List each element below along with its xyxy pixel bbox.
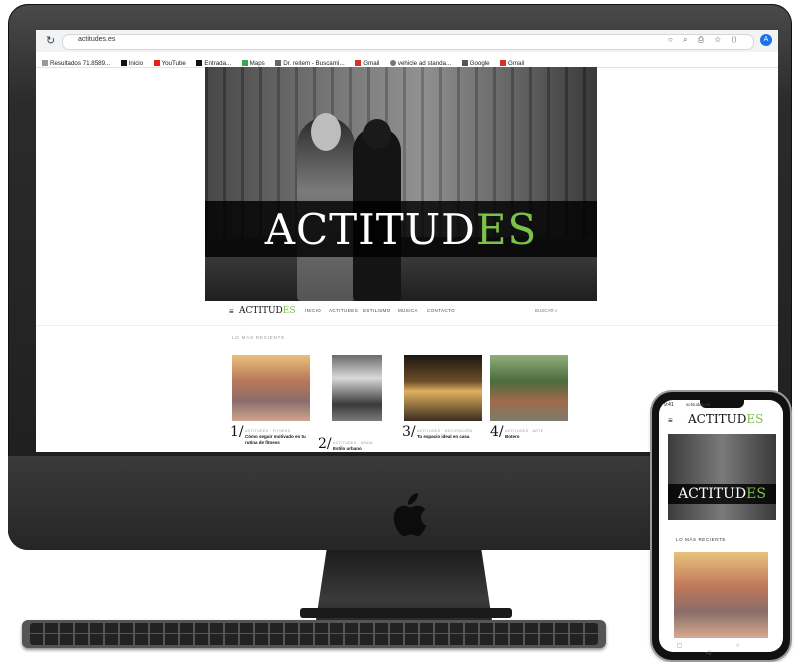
reload-icon[interactable]: ↻ <box>46 34 55 47</box>
toolbar-extension-icons[interactable]: ○ ⌕ ⎙ ☆ ▯ <box>668 35 741 45</box>
nav-item-estilismo[interactable]: ESTILISMO <box>363 308 391 313</box>
card-image-fashion[interactable] <box>332 355 382 421</box>
phone-url[interactable]: actitudes.es <box>686 402 710 407</box>
hero-image: ACTITUDES <box>205 67 597 301</box>
card-category: ACTITUDES · FITNESS <box>245 429 291 433</box>
section-title: LO MÁS RECIENTE <box>232 335 286 340</box>
card-number: 2/ <box>318 436 332 452</box>
phone-hero-logo: ACTITUDES <box>678 486 766 502</box>
card-number: 1/ <box>230 424 244 440</box>
profile-avatar[interactable]: A <box>760 34 772 46</box>
nav-item-musica[interactable]: MÚSICA <box>398 308 418 313</box>
hero-logo: ACTITUDES <box>264 205 538 254</box>
bookmark-item[interactable]: Resultados 71.8589... <box>42 56 110 67</box>
card-category: ACTITUDES · DECORACIÓN <box>417 429 473 433</box>
keyboard-keys <box>30 623 598 645</box>
nav-item-actitudes[interactable]: ACTITUDES <box>329 308 358 313</box>
site-navbar: ≡ ACTITUDES INICIO ACTITUDES ESTILISMO M… <box>205 305 597 319</box>
phone-nav-logo[interactable]: ACTITUDES <box>688 412 763 426</box>
card-title[interactable]: Cómo seguir motivado en tu rutina de fit… <box>245 434 309 446</box>
phone-status-time: 9:41 <box>664 402 674 408</box>
card-number: 4/ <box>490 424 504 440</box>
phone-hero-image: ACTITUDES <box>668 434 776 520</box>
nav-logo[interactable]: ACTITUDES <box>239 306 296 316</box>
nav-item-inicio[interactable]: INICIO <box>305 308 321 313</box>
bookmarks-bar: Resultados 71.8589... Inicio YouTube Ent… <box>36 52 778 68</box>
search-link[interactable]: BUSCAR ⌕ <box>535 308 558 313</box>
card-number: 3/ <box>402 424 416 440</box>
imac-screen: ↻ actitudes.es ○ ⌕ ⎙ ☆ ▯ A Resultados 71… <box>36 30 778 452</box>
phone-nav-bar[interactable]: ▢ ○ ◁ <box>666 642 776 656</box>
apple-logo-icon <box>393 493 427 537</box>
card-category: ACTITUDES · MODA <box>333 441 373 445</box>
bookmark-item[interactable]: Inicio <box>120 56 143 67</box>
search-icon[interactable]: ⌕ <box>555 308 558 313</box>
address-url: actitudes.es <box>78 36 116 43</box>
card-image-botero[interactable] <box>490 355 568 421</box>
hero-woman-head <box>311 113 341 151</box>
phone-section-title: LO MÁS RECIENTE <box>676 537 727 542</box>
card-title[interactable]: Botero <box>505 434 569 440</box>
card-title[interactable]: Estilo urbano <box>333 446 397 452</box>
imac-stand-base <box>300 608 512 618</box>
nav-item-contacto[interactable]: CONTACTO <box>427 308 455 313</box>
section-divider <box>36 325 778 326</box>
card-image-interior[interactable] <box>404 355 482 421</box>
address-bar[interactable] <box>62 34 754 50</box>
phone-menu-icon[interactable]: ≡ <box>668 416 673 425</box>
keyboard-row-gap <box>30 633 598 634</box>
card-title[interactable]: Tu espacio ideal en casa <box>417 434 481 440</box>
hero-man-head <box>363 119 391 149</box>
menu-icon[interactable]: ≡ <box>229 307 234 316</box>
card-category: ACTITUDES · ARTE <box>505 429 544 433</box>
card-image-fitness[interactable] <box>232 355 310 421</box>
bookmark-item[interactable]: YouTube <box>153 56 186 67</box>
phone-card-image[interactable] <box>674 552 768 638</box>
